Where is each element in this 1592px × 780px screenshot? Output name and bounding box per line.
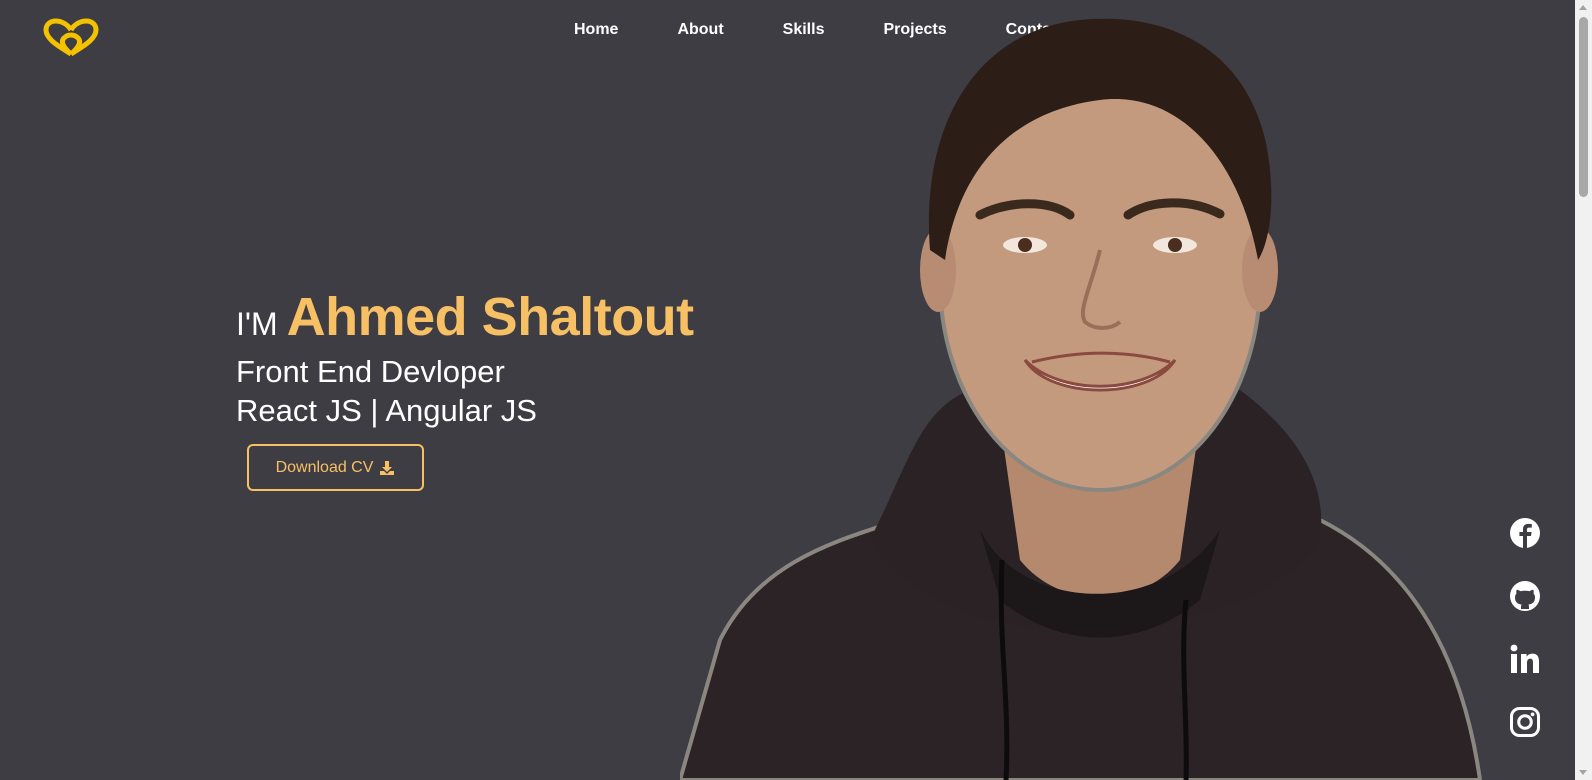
instagram-icon[interactable] bbox=[1509, 706, 1541, 738]
logo-icon[interactable] bbox=[42, 14, 100, 57]
download-cv-button[interactable]: Download CV bbox=[247, 444, 424, 491]
hero-tech: React JS | Angular JS bbox=[236, 393, 537, 428]
hero-intro: I'M bbox=[236, 306, 278, 342]
page: Home About Skills Projects Contact Me bbox=[0, 0, 1575, 780]
download-cv-label: Download CV bbox=[275, 458, 374, 476]
hero-section: I'M Ahmed Shaltout Front End Devloper Re… bbox=[236, 286, 694, 430]
scroll-thumb[interactable] bbox=[1579, 17, 1588, 197]
hero-role: Front End Devloper bbox=[236, 354, 505, 389]
facebook-icon[interactable] bbox=[1509, 517, 1541, 549]
portrait-photo bbox=[677, 0, 1510, 780]
download-icon bbox=[379, 460, 395, 476]
vertical-scrollbar[interactable] bbox=[1575, 0, 1592, 780]
nav-home[interactable]: Home bbox=[574, 21, 618, 39]
hero-name: Ahmed Shaltout bbox=[286, 287, 695, 347]
social-links bbox=[1509, 517, 1541, 738]
hero-headline: I'M Ahmed Shaltout bbox=[236, 286, 694, 348]
scroll-up-icon[interactable] bbox=[1579, 5, 1587, 10]
github-icon[interactable] bbox=[1509, 580, 1541, 612]
scroll-down-icon[interactable] bbox=[1579, 770, 1587, 775]
linkedin-icon[interactable] bbox=[1509, 643, 1541, 675]
